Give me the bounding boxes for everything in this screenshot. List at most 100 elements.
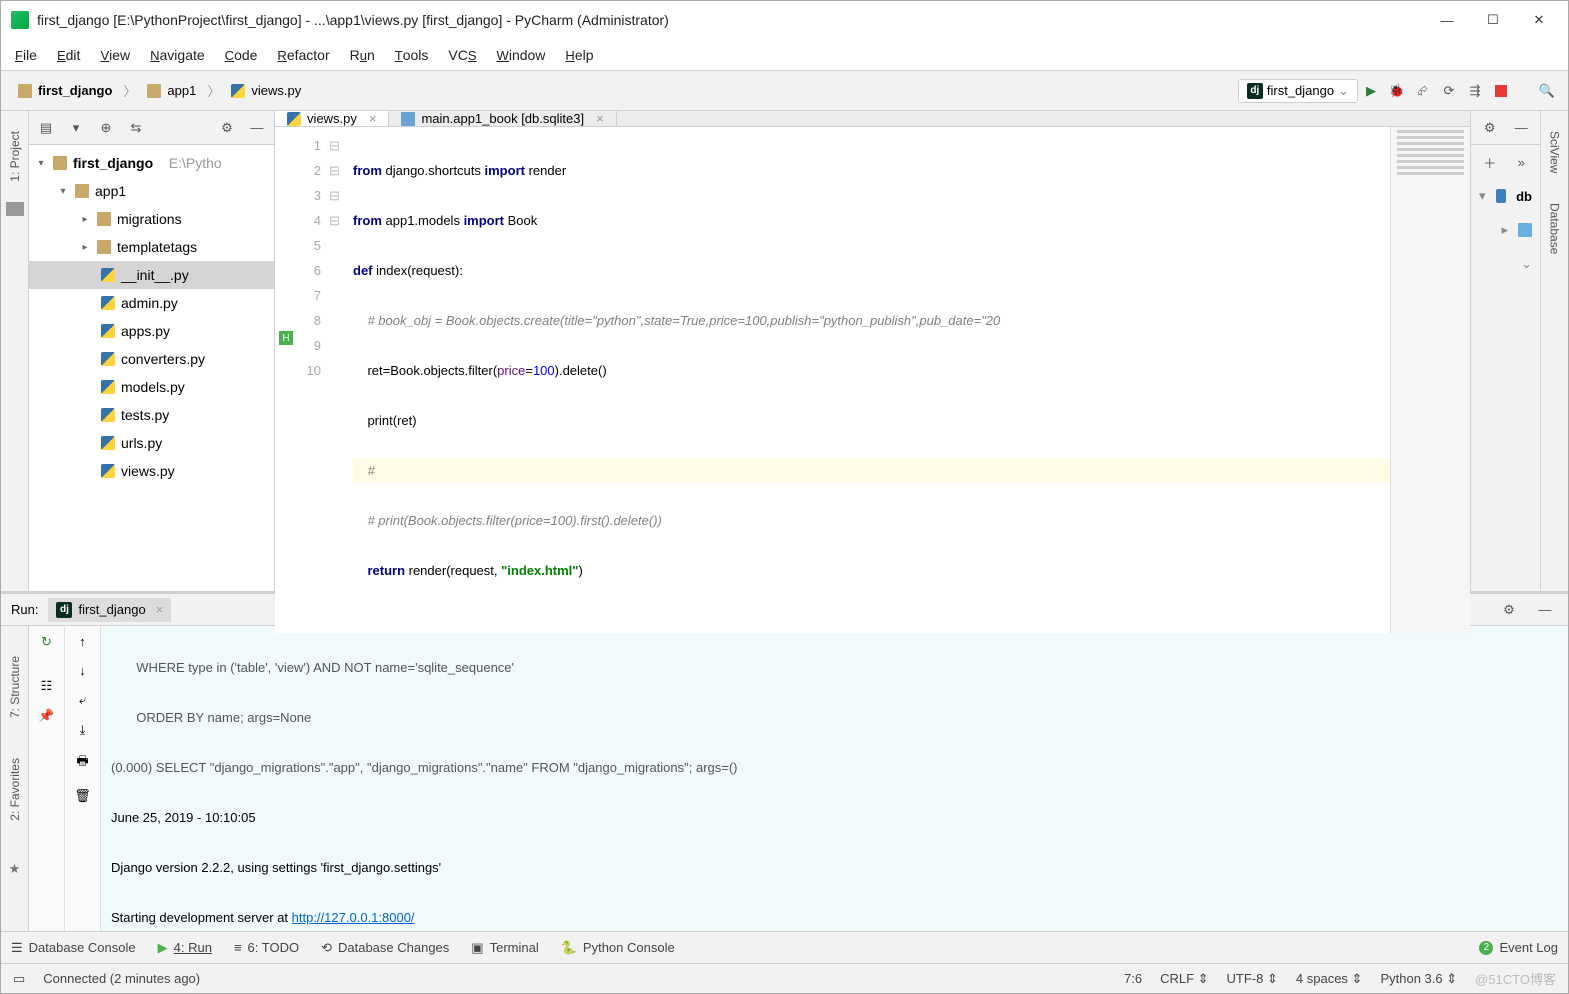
profile-button[interactable]: ⟳ xyxy=(1436,78,1462,104)
collapse-icon[interactable]: ⇆ xyxy=(125,120,147,136)
concurrency-button[interactable]: ⇶ xyxy=(1462,78,1488,104)
hide-button[interactable]: — xyxy=(246,120,268,135)
tree-item-converters[interactable]: converters.py xyxy=(29,345,274,373)
sciview-tool-button[interactable]: SciView xyxy=(1548,131,1562,173)
tree-item-migrations[interactable]: ▸migrations xyxy=(29,205,274,233)
python-console-button[interactable]: 🐍 Python Console xyxy=(561,940,675,956)
menu-tools[interactable]: Tools xyxy=(395,47,429,63)
status-icon[interactable]: ▭ xyxy=(13,971,25,987)
breadcrumb-file[interactable]: views.py xyxy=(222,79,310,102)
menu-code[interactable]: Code xyxy=(225,47,258,63)
menu-view[interactable]: View xyxy=(100,47,130,63)
menu-vcs[interactable]: VCS xyxy=(448,47,476,63)
server-url-link[interactable]: http://127.0.0.1:8000/ xyxy=(292,910,415,925)
run-tab[interactable]: djfirst_django× xyxy=(48,598,171,622)
menu-navigate[interactable]: Navigate xyxy=(150,47,205,63)
menu-window[interactable]: Window xyxy=(497,47,546,63)
event-log-button[interactable]: 2 Event Log xyxy=(1479,940,1558,955)
caret-position[interactable]: 7:6 xyxy=(1124,971,1142,986)
minimize-button[interactable]: — xyxy=(1424,5,1470,35)
star-icon[interactable]: ★ xyxy=(9,861,21,877)
indent-setting[interactable]: 4 spaces ⇕ xyxy=(1296,971,1363,987)
stop-button[interactable] xyxy=(1488,78,1514,104)
db-child[interactable]: ▸ xyxy=(1471,213,1540,247)
hide-button[interactable]: — xyxy=(1511,115,1533,141)
scroll-end-button[interactable]: ⤓ xyxy=(80,722,86,738)
chevron-down-icon[interactable]: ▾ xyxy=(65,120,87,136)
line-separator[interactable]: CRLF ⇕ xyxy=(1160,971,1208,987)
hide-button[interactable]: — xyxy=(1532,597,1558,623)
gear-icon[interactable]: ⚙ xyxy=(1479,115,1501,141)
trash-button[interactable]: 🗑 xyxy=(74,788,91,804)
tree-item-admin[interactable]: admin.py xyxy=(29,289,274,317)
search-everywhere-button[interactable]: 🔍 xyxy=(1534,78,1560,104)
tree-item-models[interactable]: models.py xyxy=(29,373,274,401)
project-tree[interactable]: ▾first_django E:\Pytho ▾app1 ▸migrations… xyxy=(29,145,274,591)
rerun-button[interactable]: ↻ xyxy=(41,634,52,650)
console-output[interactable]: WHERE type in ('table', 'view') AND NOT … xyxy=(101,626,1568,931)
layout-icon[interactable]: ▤ xyxy=(35,120,57,136)
minimap[interactable] xyxy=(1390,127,1470,633)
menu-help[interactable]: Help xyxy=(565,47,593,63)
tab-views-py[interactable]: views.py× xyxy=(275,111,389,126)
code-area[interactable]: from django.shortcuts import render from… xyxy=(347,127,1390,633)
tree-item-urls[interactable]: urls.py xyxy=(29,429,274,457)
django-icon: dj xyxy=(56,602,72,618)
chevron-right-icon: 〉 xyxy=(123,81,136,100)
database-tool-button[interactable]: Database xyxy=(1548,203,1562,254)
db-changes-button[interactable]: ⟲ Database Changes xyxy=(321,940,449,956)
tree-item-views[interactable]: views.py xyxy=(29,457,274,485)
layout-button[interactable]: ☷ xyxy=(41,678,53,694)
python-interpreter[interactable]: Python 3.6 ⇕ xyxy=(1380,971,1457,987)
chevron-right-icon: ▸ xyxy=(1501,222,1508,238)
menu-run[interactable]: Run xyxy=(350,47,375,63)
up-button[interactable]: ↑ xyxy=(79,634,86,649)
todo-tool-button[interactable]: ≡ 6: TODO xyxy=(234,940,299,955)
gear-icon[interactable]: ⚙ xyxy=(216,120,238,136)
gear-icon[interactable]: ⚙ xyxy=(1496,597,1522,623)
close-window-button[interactable]: ✕ xyxy=(1516,5,1562,35)
tab-db-table[interactable]: main.app1_book [db.sqlite3]× xyxy=(389,111,616,126)
breadcrumb-pkg[interactable]: app1 xyxy=(138,79,205,102)
debug-button[interactable]: 🐞 xyxy=(1384,78,1410,104)
database-icon xyxy=(1496,189,1507,203)
tree-item-apps[interactable]: apps.py xyxy=(29,317,274,345)
run-config-selector[interactable]: dj first_django ⌄ xyxy=(1238,79,1358,103)
add-button[interactable]: ＋ xyxy=(1479,149,1501,175)
code-editor[interactable]: 12345678910 ⊟⊟⊟⊟ H from django.shortcuts… xyxy=(275,127,1470,633)
pin-button[interactable]: 📌 xyxy=(38,708,54,724)
more-button[interactable]: » xyxy=(1511,149,1533,175)
favorites-tool-button[interactable]: 2: Favorites xyxy=(8,758,22,821)
run-tool-button[interactable]: ▶ 4: Run xyxy=(158,940,212,956)
breadcrumb-root[interactable]: first_django xyxy=(9,79,121,102)
tree-item-init[interactable]: __init__.py xyxy=(29,261,274,289)
menu-edit[interactable]: Edit xyxy=(57,47,80,63)
structure-tool-button[interactable]: 7: Structure xyxy=(8,656,22,718)
close-icon[interactable]: × xyxy=(156,602,164,617)
down-button[interactable]: ↓ xyxy=(79,663,86,678)
close-icon[interactable]: × xyxy=(596,111,604,126)
tree-root[interactable]: ▾first_django E:\Pytho xyxy=(29,149,274,177)
run-coverage-button[interactable]: ⮳ xyxy=(1410,78,1436,104)
tree-item-tests[interactable]: tests.py xyxy=(29,401,274,429)
close-icon[interactable]: × xyxy=(369,111,377,126)
run-toolbar-1: ↻ ☷ 📌 xyxy=(29,626,65,931)
file-encoding[interactable]: UTF-8 ⇕ xyxy=(1227,971,1278,987)
db-node[interactable]: ▾ db xyxy=(1471,179,1540,213)
db-console-button[interactable]: ☰ Database Console xyxy=(11,940,136,956)
print-button[interactable]: 🖶 xyxy=(76,752,88,774)
tree-pkg[interactable]: ▾app1 xyxy=(29,177,274,205)
html-related-icon[interactable]: H xyxy=(279,331,293,345)
menu-refactor[interactable]: Refactor xyxy=(277,47,329,63)
terminal-button[interactable]: ▣ Terminal xyxy=(471,940,538,956)
maximize-button[interactable]: ☐ xyxy=(1470,5,1516,35)
locate-icon[interactable]: ⊕ xyxy=(95,120,117,136)
project-tool-button[interactable]: 1: Project xyxy=(8,131,22,182)
menu-file[interactable]: File xyxy=(15,47,37,63)
navigation-toolbar: first_django 〉 app1 〉 views.py dj first_… xyxy=(1,71,1568,111)
run-button[interactable]: ▶ xyxy=(1358,78,1384,104)
left-tool-stripe-lower: 7: Structure 2: Favorites ★ xyxy=(1,626,29,931)
db-more[interactable]: ⌄ xyxy=(1471,247,1540,281)
tree-item-templatetags[interactable]: ▸templatetags xyxy=(29,233,274,261)
soft-wrap-button[interactable]: ⤶ xyxy=(79,692,86,708)
